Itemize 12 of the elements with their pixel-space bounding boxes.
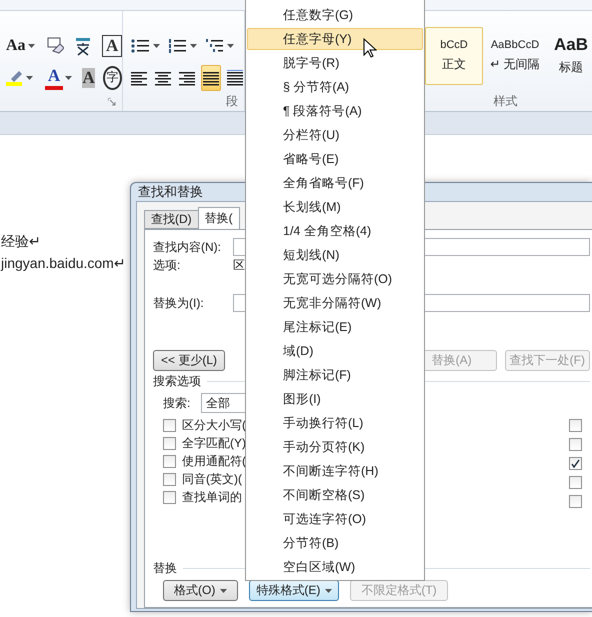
field-label: 查找内容(N): xyxy=(153,238,222,256)
document-text: 经验↵ xyxy=(1,233,41,251)
group-label: 样式 xyxy=(494,92,518,110)
group-label: 段 xyxy=(226,93,238,110)
field-label: 替换为(I): xyxy=(153,294,205,312)
field-label: 搜索: xyxy=(162,394,192,412)
section-title: 替换 xyxy=(153,560,177,577)
options-text: 区 xyxy=(233,256,246,274)
document-text: jingyan.baidu.com↵ xyxy=(1,255,126,272)
section-title: 搜索选项 xyxy=(153,373,201,390)
field-label: 选项: xyxy=(153,256,182,274)
dialog-title: 查找和替换 xyxy=(138,183,203,201)
